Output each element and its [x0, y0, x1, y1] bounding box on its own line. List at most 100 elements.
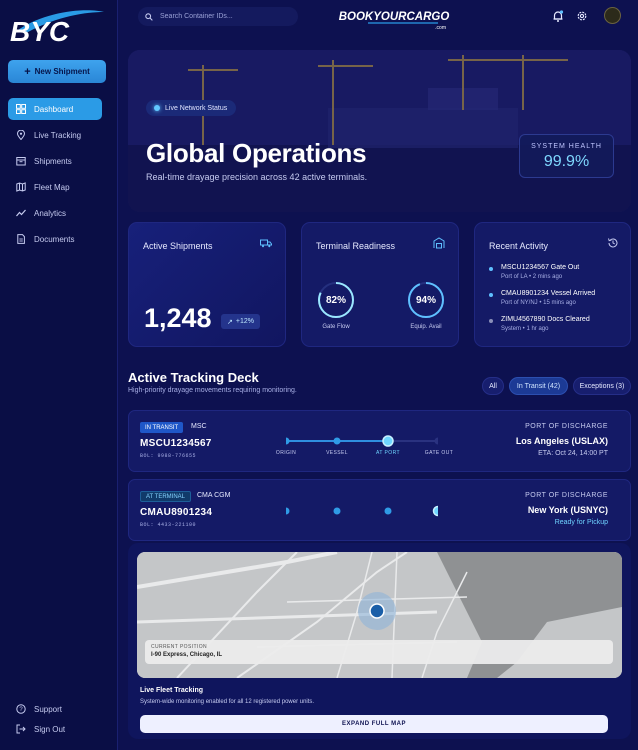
- sign-out-label: Sign Out: [34, 724, 66, 734]
- bol-number: BOL: 4433-221100: [140, 522, 197, 528]
- section-subtitle: High-priority drayage movements requirin…: [128, 387, 297, 394]
- search-icon: [145, 12, 153, 21]
- container-id[interactable]: MSCU1234567: [140, 438, 212, 449]
- growth-value: +12%: [235, 318, 254, 325]
- port-background-image: [128, 50, 631, 212]
- recent-activity-card[interactable]: Recent Activity MSCU1234567 Gate Out Por…: [474, 222, 631, 347]
- stage-label: GATE OUT: [424, 450, 454, 456]
- system-health-card: SYSTEM HEALTH 99.9%: [519, 134, 614, 178]
- fleet-title: Live Fleet Tracking: [140, 687, 204, 694]
- shipment-row[interactable]: AT TERMINAL CMA CGM CMAU8901234 BOL: 443…: [128, 479, 631, 541]
- port-name: New York (USNYC): [527, 505, 608, 515]
- filter-all[interactable]: All: [482, 377, 504, 395]
- sidebar-item-dashboard[interactable]: Dashboard: [8, 98, 102, 120]
- live-status-pill: Live Network Status: [146, 100, 237, 116]
- warehouse-icon: [433, 237, 445, 249]
- port-name: Los Angeles (USLAX): [515, 436, 608, 446]
- live-fleet-card: CURRENT POSITION I-90 Express, Chicago, …: [128, 543, 631, 739]
- activity-dot-icon: [489, 319, 493, 323]
- trend-up-icon: ↗: [227, 318, 233, 326]
- document-icon: [17, 234, 25, 244]
- support-label: Support: [34, 704, 63, 714]
- truck-icon: [260, 239, 272, 248]
- filter-in-transit[interactable]: In Transit (42): [509, 377, 568, 395]
- svg-text:BYC: BYC: [10, 16, 70, 47]
- system-health-value: 99.9%: [543, 153, 590, 170]
- stage-dot-origin: [286, 437, 290, 445]
- sidebar-item-label: Dashboard: [34, 104, 74, 114]
- growth-badge: ↗ +12%: [221, 314, 260, 329]
- stage-dot-vessel: [333, 437, 341, 445]
- activity-dot-icon: [489, 293, 493, 297]
- shipment-row[interactable]: IN TRANSIT MSC MSCU1234567 BOL: 9988-776…: [128, 410, 631, 472]
- active-shipments-card[interactable]: Active Shipments 1,248 ↗ +12%: [128, 222, 286, 347]
- container-id[interactable]: CMAU8901234: [140, 507, 212, 518]
- bol-number: BOL: 9988-776655: [140, 453, 197, 459]
- current-position-label: CURRENT POSITION: [151, 644, 208, 650]
- bell-icon[interactable]: [551, 9, 565, 23]
- stage-dot-gate-out: [434, 437, 438, 445]
- chart-icon: [16, 209, 26, 217]
- section-title: Active Tracking Deck: [128, 370, 259, 385]
- filter-exceptions[interactable]: Exceptions (3): [573, 377, 631, 395]
- card-title: Active Shipments: [143, 241, 213, 251]
- stage-dot-current: [432, 505, 438, 517]
- system-health-label: SYSTEM HEALTH: [531, 143, 602, 150]
- active-shipments-value: 1,248: [144, 303, 212, 333]
- sidebar-item-fleet-map[interactable]: Fleet Map: [8, 176, 102, 198]
- carrier-name: CMA CGM: [197, 492, 231, 499]
- progress-track: [286, 505, 438, 517]
- pickup-status: Ready for Pickup: [554, 519, 608, 526]
- sidebar-item-analytics[interactable]: Analytics: [8, 202, 102, 224]
- stage-dot-vessel: [333, 507, 341, 515]
- dashboard-icon: [16, 104, 26, 114]
- expand-map-button[interactable]: EXPAND FULL MAP: [140, 715, 608, 733]
- byc-logo[interactable]: BYC: [8, 8, 104, 48]
- sidebar-item-live-tracking[interactable]: Live Tracking: [8, 124, 102, 146]
- stage-label: ORIGIN: [275, 450, 297, 456]
- vehicle-marker-icon: [369, 603, 385, 619]
- stage-dot-origin: [286, 507, 290, 515]
- sign-out-icon: [16, 724, 26, 734]
- stage-dot-at-port: [384, 507, 392, 515]
- sidebar-item-label: Live Tracking: [34, 130, 82, 140]
- history-icon: [608, 238, 618, 248]
- sidebar-item-label: Shipments: [34, 156, 72, 166]
- gear-icon[interactable]: [575, 9, 589, 23]
- status-badge: IN TRANSIT: [140, 422, 184, 433]
- progress-track: [286, 435, 438, 447]
- brand-suffix: .com: [435, 25, 446, 31]
- equip-avail-value: 94%: [415, 295, 436, 306]
- search-input[interactable]: Search Container IDs...: [138, 7, 298, 26]
- gate-flow-value: 82%: [325, 295, 346, 306]
- equip-avail-label: Equip. Avail: [410, 324, 442, 330]
- sidebar-item-label: Analytics: [34, 208, 67, 218]
- terminal-readiness-card[interactable]: Terminal Readiness 82% Gate Flow 94% Equ…: [301, 222, 459, 347]
- location-pin-icon: [16, 130, 26, 140]
- sidebar-item-label: Fleet Map: [34, 182, 70, 192]
- fleet-map[interactable]: CURRENT POSITION I-90 Express, Chicago, …: [137, 552, 622, 678]
- activity-meta: Port of NY/NJ • 15 mins ago: [501, 300, 576, 306]
- port-label: PORT OF DISCHARGE: [525, 492, 608, 499]
- current-position-panel: CURRENT POSITION I-90 Express, Chicago, …: [145, 640, 613, 664]
- plus-icon: +: [24, 65, 31, 78]
- carrier-name: MSC: [191, 423, 207, 430]
- stage-dot-at-port: [382, 435, 394, 447]
- sidebar-item-shipments[interactable]: Shipments: [8, 150, 102, 172]
- activity-meta: System • 1 hr ago: [501, 326, 549, 332]
- sidebar-item-documents[interactable]: Documents: [8, 228, 102, 250]
- sidebar-item-label: Documents: [34, 234, 75, 244]
- activity-dot-icon: [489, 267, 493, 271]
- page-subtitle: Real-time drayage precision across 42 ac…: [146, 172, 368, 182]
- stage-label: VESSEL: [326, 450, 348, 456]
- sign-out-link[interactable]: Sign Out: [8, 718, 102, 740]
- new-shipment-button[interactable]: + New Shipment: [8, 60, 106, 83]
- status-dot-icon: [154, 105, 160, 111]
- page-title: Global Operations: [146, 138, 367, 168]
- status-badge: AT TERMINAL: [140, 491, 192, 502]
- support-link[interactable]: ? Support: [8, 698, 102, 720]
- bookyourcargo-logo[interactable]: BOOKYOURCARGO .com: [330, 9, 458, 31]
- map-icon: [16, 182, 26, 192]
- avatar[interactable]: [604, 7, 621, 24]
- gate-flow-label: Gate Flow: [322, 324, 350, 330]
